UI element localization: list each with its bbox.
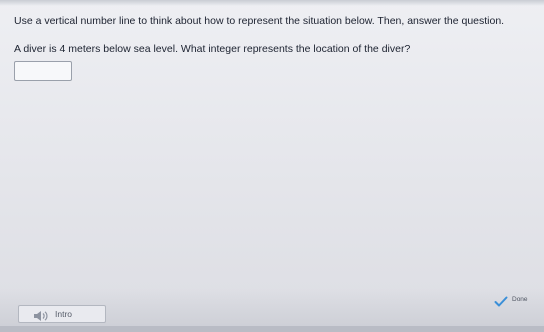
intro-label: Intro <box>55 309 73 319</box>
done-label: Done <box>512 296 528 303</box>
done-button[interactable]: Done <box>494 293 540 307</box>
speaker-icon <box>33 309 49 321</box>
instructions-text: Use a vertical number line to think abou… <box>14 15 505 27</box>
top-edge <box>0 0 544 6</box>
check-icon <box>494 294 508 307</box>
intro-button[interactable]: Intro <box>18 305 106 323</box>
question-text: A diver is 4 meters below sea level. Wha… <box>14 43 411 55</box>
answer-input[interactable] <box>14 61 72 81</box>
footer-divider <box>0 326 544 332</box>
